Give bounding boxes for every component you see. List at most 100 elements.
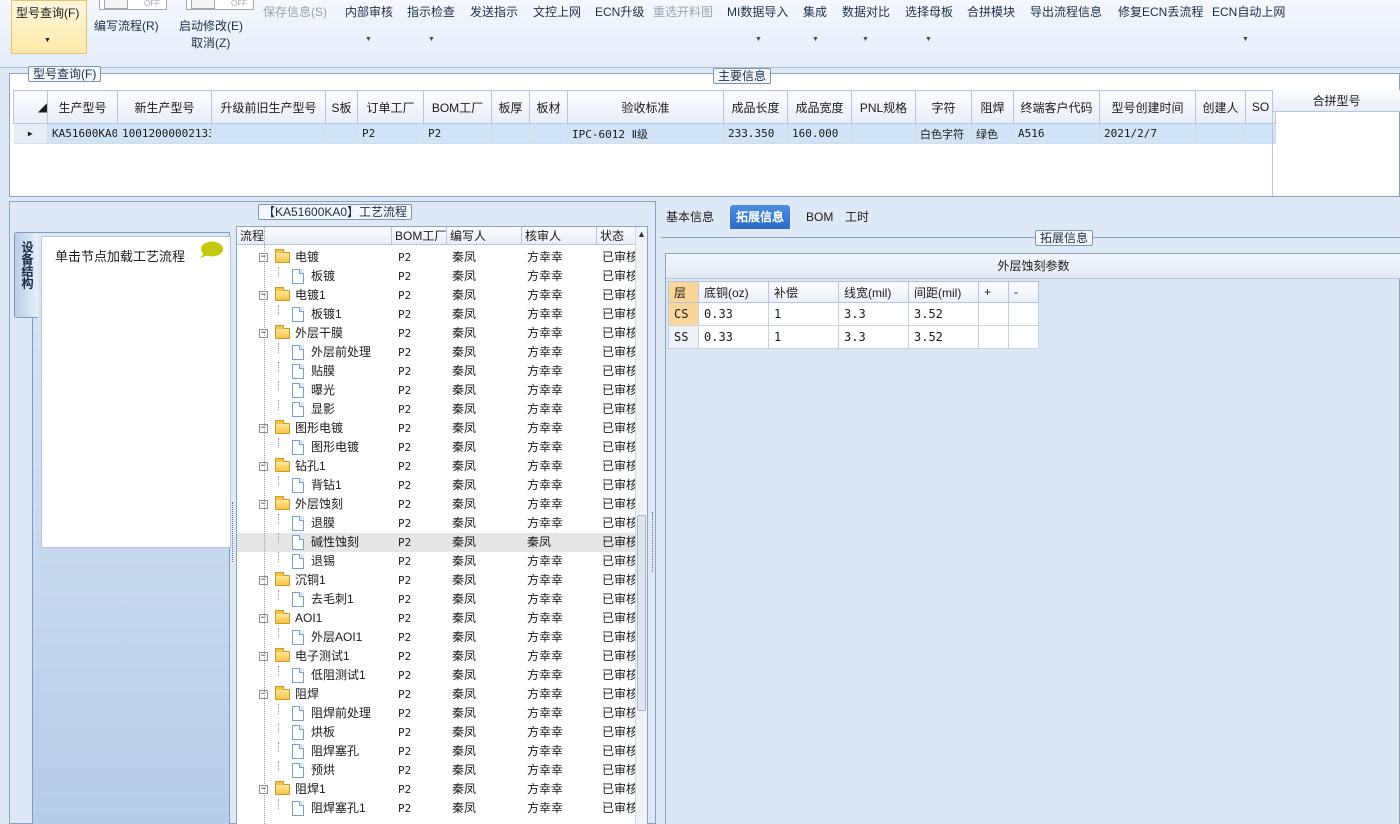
add-column-button[interactable]: + [978,281,1009,303]
table-cell[interactable]: 3.52 [908,325,979,349]
chevron-down-icon[interactable]: ▼ [365,36,372,43]
table-cell[interactable]: 2021/2/7 [1099,123,1196,144]
column-header[interactable]: 终端客户代码 [1013,90,1100,124]
table-cell[interactable] [491,123,530,144]
layer-cell[interactable]: CS [668,302,699,326]
tree-row[interactable]: − 阻焊1 P2 秦凤 方幸幸 已审核 [237,780,637,799]
send-indicator-button[interactable]: 发送指示 [470,3,518,20]
column-header[interactable]: 阻焊 [971,90,1014,124]
tree-row[interactable]: 阻焊塞孔 P2 秦凤 方幸幸 已审核 [237,742,637,761]
write-flow-toggle[interactable]: OFF [99,0,167,10]
tab-work-hours[interactable]: 工时 [839,205,875,229]
column-header[interactable]: PNL规格 [851,90,916,124]
column-header[interactable]: 字符 [915,90,972,124]
splitter-handle[interactable] [652,512,656,572]
reselect-material-button[interactable]: 重选开料图 [653,3,713,20]
indicator-check-button[interactable]: 指示检查 [407,3,455,20]
data-compare-button[interactable]: 数据对比 [842,3,890,20]
doc-upload-button[interactable]: 文控上网 [533,3,581,20]
tree-row[interactable]: 外层前处理 P2 秦凤 方幸幸 已审核 [237,343,637,362]
tree-row[interactable]: 板镀 P2 秦凤 方幸幸 已审核 [237,267,637,286]
column-header[interactable]: 板材 [529,90,568,124]
tree-row[interactable]: 退膜 P2 秦凤 方幸幸 已审核 [237,514,637,533]
tree-col-flow[interactable]: 流程 [237,227,392,245]
etch-column-header[interactable]: 层 [668,281,699,303]
table-cell[interactable]: 白色字符 [915,123,972,144]
etch-column-header[interactable]: 间距(mil) [908,281,979,303]
tree-col-bom[interactable]: BOM工厂 [392,227,447,245]
table-cell[interactable]: 绿色 [971,123,1014,144]
table-cell[interactable] [211,123,326,144]
table-row[interactable]: ▶ KA51600KA0 10012000002133 P2 P2 IPC-6012 Ⅱ级… [13,123,1276,144]
tree-row[interactable]: 背钻1 P2 秦凤 方幸幸 已审核 [237,476,637,495]
column-header[interactable]: 板厚 [491,90,530,124]
table-cell[interactable]: 3.3 [838,325,909,349]
table-cell[interactable] [1008,325,1039,349]
scroll-up-icon[interactable]: ▲ [637,229,646,239]
column-header[interactable]: 成品长度 [723,90,788,124]
ecn-auto-upload-button[interactable]: ECN自动上网 [1212,3,1285,20]
scrollbar-thumb[interactable] [637,515,646,711]
ecn-upgrade-button[interactable]: ECN升级 [595,3,644,20]
column-header[interactable]: 创建人 [1195,90,1246,124]
column-header[interactable]: 生产型号 [47,90,118,124]
tree-row[interactable]: − 外层干膜 P2 秦凤 方幸幸 已审核 [237,324,637,343]
etch-column-header[interactable]: 补偿 [768,281,839,303]
table-cell[interactable] [529,123,568,144]
remove-column-button[interactable]: - [1008,281,1039,303]
column-header[interactable]: 新生产型号 [117,90,212,124]
chevron-down-icon[interactable]: ▼ [925,36,932,43]
table-cell[interactable] [1195,123,1246,144]
tab-basic-info[interactable]: 基本信息 [660,205,720,229]
tree-col-status[interactable]: 状态 [597,227,637,245]
table-cell[interactable]: KA51600KA0 [47,123,118,144]
column-header[interactable]: 升级前旧生产型号 [211,90,326,124]
merge-model-header[interactable]: 合拼型号 [1273,90,1400,112]
tab-extended-info[interactable]: 拓展信息 [730,205,791,229]
write-flow-button[interactable]: 编写流程(R) [94,17,159,34]
layer-cell[interactable]: SS [668,325,699,349]
tab-bom[interactable]: BOM [800,205,839,229]
table-cell[interactable] [978,325,1009,349]
table-cell[interactable]: 160.000 [787,123,852,144]
tree-row[interactable]: 阻焊塞孔1 P2 秦凤 方幸幸 已审核 [237,799,637,818]
save-button[interactable]: 保存信息(S) [263,3,327,20]
tree-row[interactable]: 低阻测试1 P2 秦凤 方幸幸 已审核 [237,666,637,685]
tree-row[interactable]: 图形电镀 P2 秦凤 方幸幸 已审核 [237,438,637,457]
tree-row[interactable]: − 电镀 P2 秦凤 方幸幸 已审核 [237,248,637,267]
tree-scrollbar[interactable]: ▲ [635,227,647,824]
tree-row[interactable]: 阻焊前处理 P2 秦凤 方幸幸 已审核 [237,704,637,723]
table-cell[interactable]: IPC-6012 Ⅱ级 [567,123,724,144]
table-cell[interactable]: 3.52 [908,302,979,326]
tree-row[interactable]: − 钻孔1 P2 秦凤 方幸幸 已审核 [237,457,637,476]
table-cell[interactable] [1245,123,1276,144]
tree-row[interactable]: 曝光 P2 秦凤 方幸幸 已审核 [237,381,637,400]
repair-ecn-button[interactable]: 修复ECN丢流程 [1118,3,1203,20]
table-cell[interactable]: 1 [768,325,839,349]
start-modify-button[interactable]: 启动修改(E) [179,17,243,34]
tree-row[interactable]: − 外层蚀刻 P2 秦凤 方幸幸 已审核 [237,495,637,514]
column-header[interactable]: BOM工厂 [423,90,492,124]
table-cell[interactable]: A516 [1013,123,1100,144]
table-cell[interactable] [851,123,916,144]
table-cell[interactable]: 233.350 [723,123,788,144]
etch-column-header[interactable]: 线宽(mil) [838,281,909,303]
tree-row[interactable]: − 电子测试1 P2 秦凤 方幸幸 已审核 [237,647,637,666]
tree-row[interactable]: 碱性蚀刻 P2 秦凤 秦凤 已审核 [237,533,637,552]
table-row[interactable]: SS 0.33 1 3.3 3.52 [668,325,1039,349]
mi-import-button[interactable]: MI数据导入 [727,3,788,20]
chevron-down-icon[interactable]: ▼ [755,36,762,43]
tree-row[interactable]: 退锡 P2 秦凤 方幸幸 已审核 [237,552,637,571]
chevron-down-icon[interactable]: ▼ [428,36,435,43]
start-modify-toggle[interactable]: OFF [186,0,254,10]
table-cell[interactable]: 1 [768,302,839,326]
table-cell[interactable] [325,123,358,144]
tree-row[interactable]: 预烘 P2 秦凤 方幸幸 已审核 [237,761,637,780]
tree-row[interactable]: 去毛刺1 P2 秦凤 方幸幸 已审核 [237,590,637,609]
tree-row[interactable]: − 沉铜1 P2 秦凤 方幸幸 已审核 [237,571,637,590]
chevron-down-icon[interactable]: ▼ [862,36,869,43]
column-header[interactable]: 成品宽度 [787,90,852,124]
internal-audit-button[interactable]: 内部审核 [345,3,393,20]
table-cell[interactable] [978,302,1009,326]
chevron-down-icon[interactable]: ▼ [812,36,819,43]
